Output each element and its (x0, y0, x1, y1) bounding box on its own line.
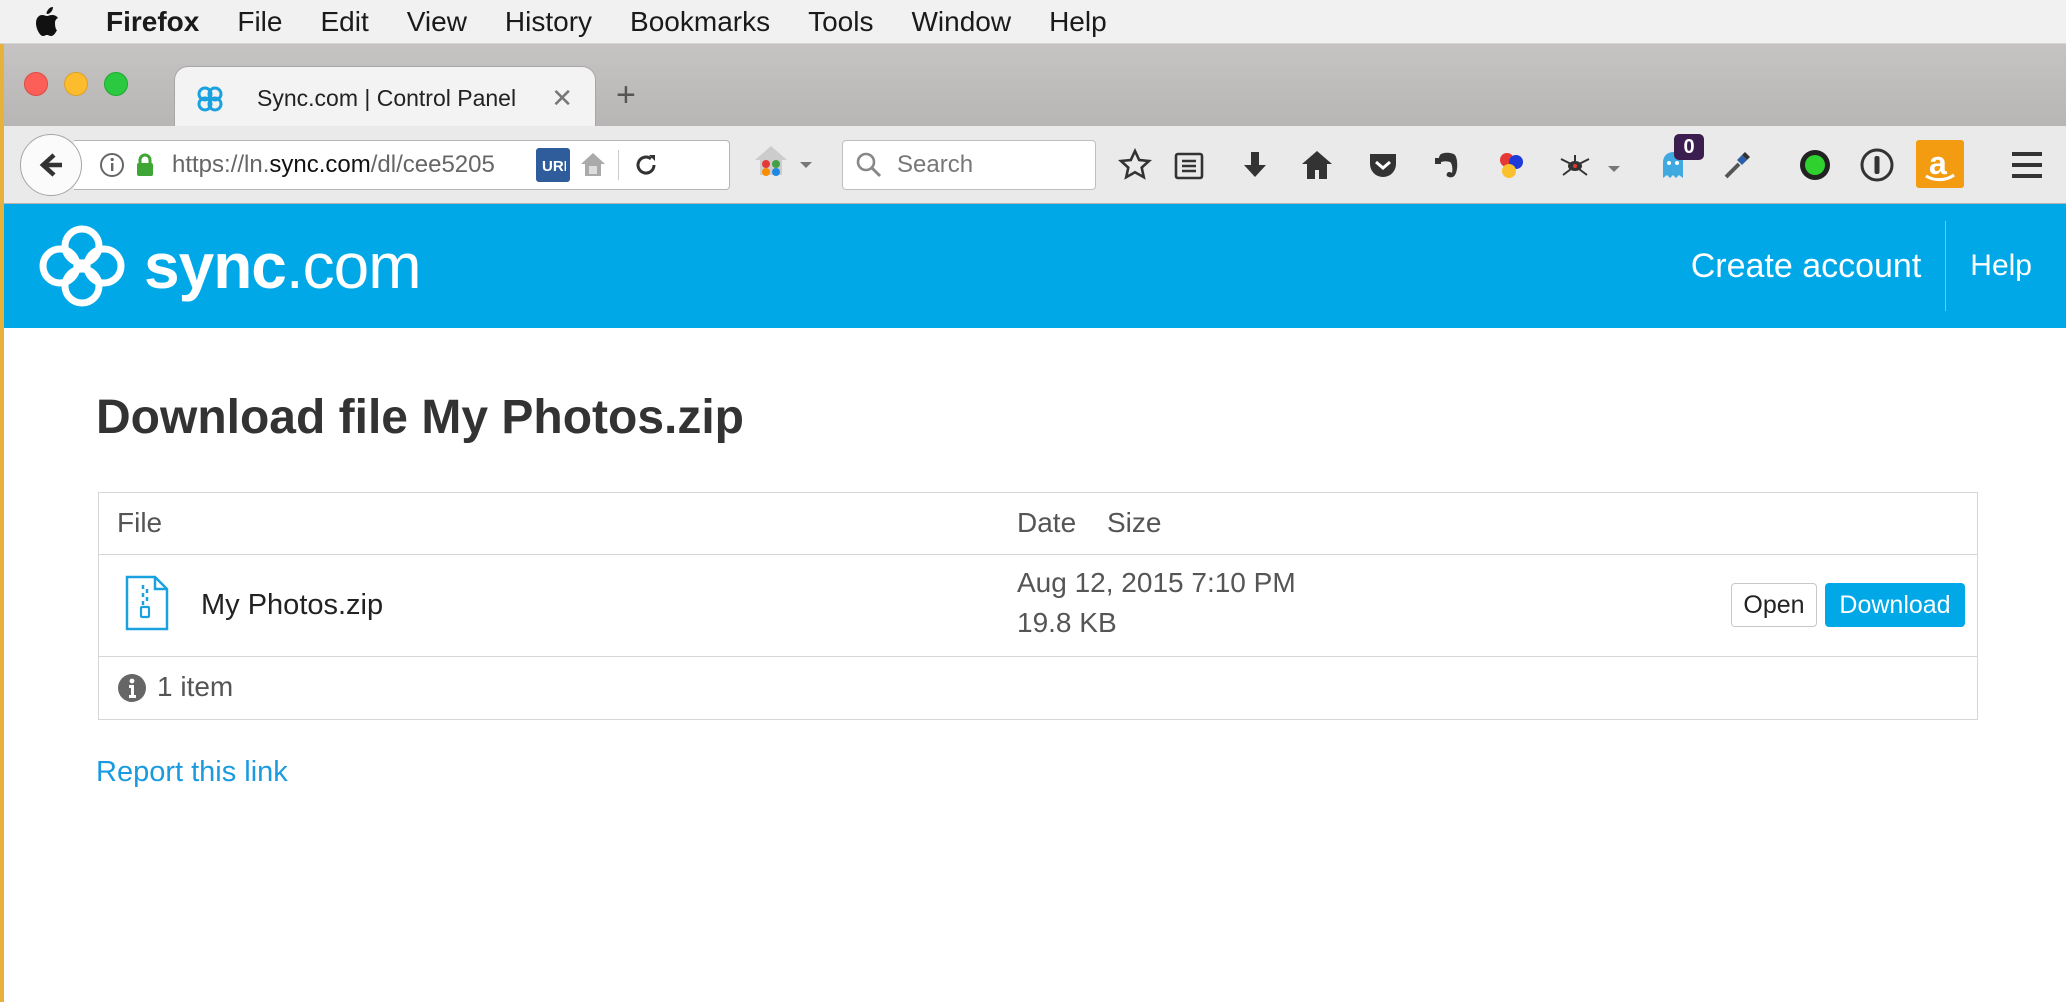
lock-icon[interactable] (130, 153, 160, 177)
main-content: Download file My Photos.zip File Date Si… (0, 328, 2066, 1002)
chevron-down-icon[interactable] (794, 146, 818, 184)
menu-bookmarks[interactable]: Bookmarks (630, 6, 770, 38)
browser-toolbar: https://ln.sync.com/dl/cee5205 URL Searc… (0, 126, 2066, 204)
url-bar[interactable]: https://ln.sync.com/dl/cee5205 URL (74, 140, 730, 190)
color-dots-icon[interactable] (1492, 146, 1530, 184)
1password-icon[interactable] (1858, 146, 1896, 184)
zip-file-icon (125, 575, 169, 631)
amazon-icon[interactable]: a (1916, 140, 1964, 188)
green-status-icon[interactable] (1796, 146, 1834, 184)
tab-close-icon[interactable]: ✕ (551, 83, 573, 114)
sync-favicon-icon (197, 86, 223, 111)
menu-help[interactable]: Help (1049, 6, 1107, 38)
reading-list-icon[interactable] (1170, 146, 1208, 184)
file-table: File Date Size My Photos.zip Aug 12, 201… (98, 492, 1978, 720)
apple-icon[interactable] (34, 4, 70, 40)
ghostery-badge: 0 (1674, 134, 1704, 160)
home-icon[interactable] (1298, 146, 1336, 184)
browser-tabstrip: Sync.com | Control Panel ✕ + (0, 44, 2066, 130)
url-separator (618, 150, 619, 180)
page-title: Download file My Photos.zip (96, 391, 744, 444)
search-input[interactable]: Search (842, 140, 1096, 190)
info-icon[interactable] (94, 152, 130, 178)
sync-cloud-logo-icon (39, 225, 125, 307)
browser-tab-active[interactable]: Sync.com | Control Panel ✕ (174, 66, 596, 130)
column-header-file[interactable]: File (117, 507, 162, 539)
file-name[interactable]: My Photos.zip (201, 589, 383, 622)
column-header-size[interactable]: Size (1107, 507, 1161, 539)
home-grey-icon[interactable] (576, 150, 610, 180)
menu-file[interactable]: File (237, 6, 282, 38)
macos-menubar: Firefox File Edit View History Bookmarks… (0, 0, 2066, 44)
bug-extension-icon[interactable] (1556, 146, 1594, 184)
open-button[interactable]: Open (1731, 583, 1817, 627)
download-arrow-icon[interactable] (1236, 146, 1274, 184)
create-account-link[interactable]: Create account (1667, 247, 1946, 286)
help-link[interactable]: Help (1946, 249, 2066, 283)
file-size: 19.8 KB (1017, 607, 1117, 638)
column-header-date[interactable]: Date (1017, 507, 1076, 539)
search-placeholder: Search (897, 151, 974, 178)
new-tab-button[interactable]: + (616, 76, 636, 115)
window-maximize-button[interactable] (104, 72, 128, 96)
header-nav: Create account Help (1667, 204, 2066, 328)
window-minimize-button[interactable] (64, 72, 88, 96)
chevron-down-icon[interactable] (1602, 150, 1626, 188)
bookmark-star-icon[interactable] (1116, 146, 1154, 184)
menu-window[interactable]: Window (911, 6, 1011, 38)
menu-view[interactable]: View (407, 6, 467, 38)
menu-edit[interactable]: Edit (320, 6, 368, 38)
url-shortener-extension-icon[interactable]: URL (536, 148, 570, 182)
item-count: 1 item (157, 671, 234, 702)
menu-history[interactable]: History (505, 6, 592, 38)
download-button[interactable]: Download (1825, 583, 1965, 627)
site-header: sync.com Create account Help (0, 204, 2066, 328)
svg-text:a: a (1929, 145, 1947, 181)
file-date: Aug 12, 2015 7:10 PM (1017, 567, 1296, 598)
reload-icon[interactable] (631, 152, 661, 178)
svg-text:URL: URL (542, 158, 566, 175)
back-arrow-icon (39, 153, 62, 177)
colorful-home-icon[interactable] (752, 142, 790, 180)
url-text[interactable]: https://ln.sync.com/dl/cee5205 (172, 151, 530, 179)
eyedropper-icon[interactable] (1718, 146, 1756, 184)
menu-app-firefox[interactable]: Firefox (106, 6, 199, 38)
table-header: File Date Size (99, 493, 1977, 555)
tab-title: Sync.com | Control Panel (257, 85, 517, 111)
logo-wordmark: sync.com (144, 230, 422, 302)
report-link[interactable]: Report this link (96, 756, 288, 789)
table-footer: 1 item (99, 657, 1977, 719)
info-circle-icon (118, 674, 146, 702)
sync-logo[interactable]: sync.com (34, 220, 422, 312)
table-row: My Photos.zip Aug 12, 2015 7:10 PM 19.8 … (99, 555, 1977, 657)
window-close-button[interactable] (24, 72, 48, 96)
hamburger-menu-icon[interactable] (2008, 146, 2046, 184)
back-button[interactable] (20, 134, 82, 196)
search-icon (856, 152, 882, 178)
pocket-icon[interactable] (1364, 146, 1402, 184)
menu-tools[interactable]: Tools (808, 6, 873, 38)
evernote-icon[interactable] (1428, 146, 1466, 184)
